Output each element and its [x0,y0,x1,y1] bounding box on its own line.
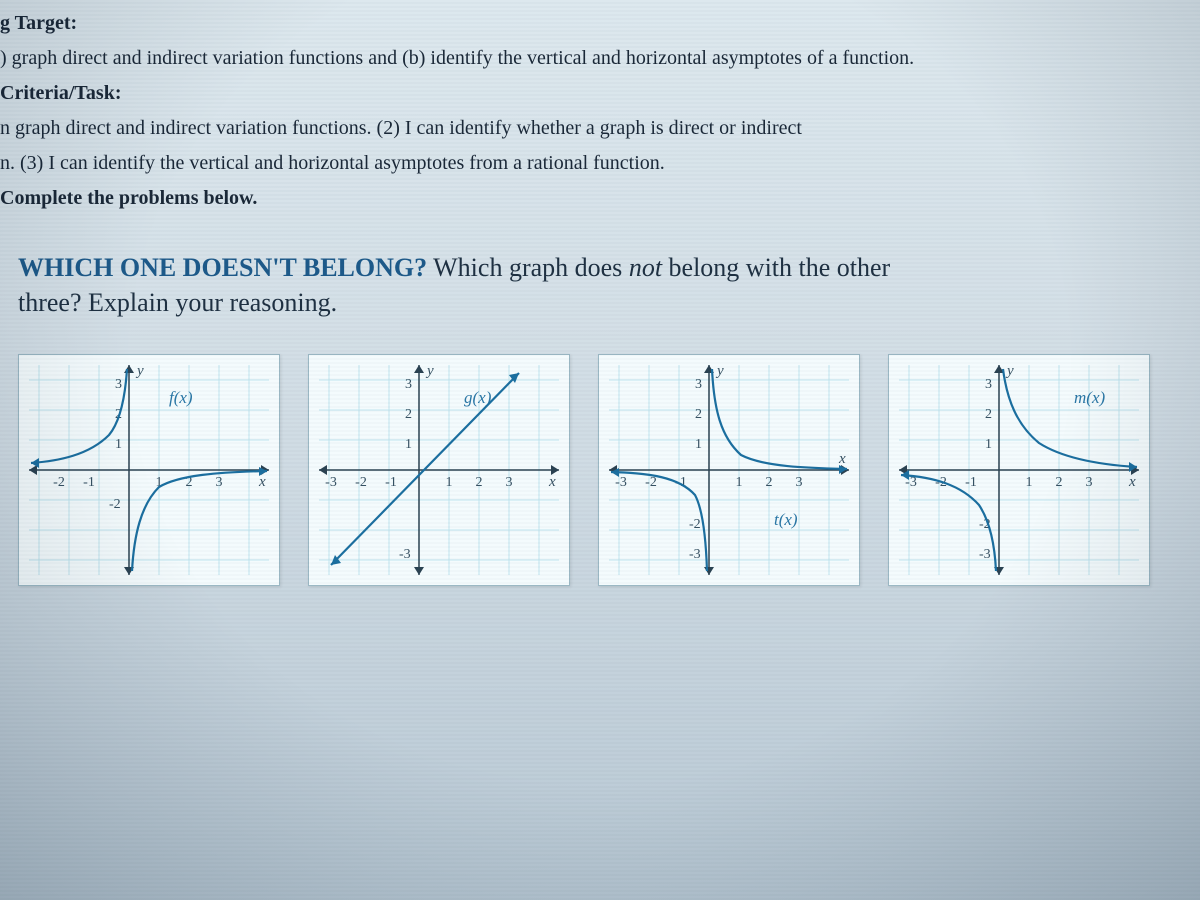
criteria-text-1: n graph direct and indirect variation fu… [0,115,1188,142]
criteria-label: Criteria/Task: [0,80,1188,107]
complete-instruction: Complete the problems below. [0,185,1188,212]
svg-text:1: 1 [405,437,412,452]
svg-text:3: 3 [405,377,412,392]
tick-labels: 3 2 1 -2 -3 -3 -2 -1 1 2 3 y x [615,363,846,562]
svg-text:3: 3 [796,475,803,490]
svg-text:x: x [548,474,556,490]
svg-text:3: 3 [695,377,702,392]
svg-text:-2: -2 [645,475,657,490]
question-not: not [629,253,662,282]
svg-text:1: 1 [115,437,122,452]
svg-text:-2: -2 [355,475,367,490]
svg-text:3: 3 [216,475,223,490]
svg-text:-3: -3 [689,547,701,562]
fn-label-m: m(x) [1074,388,1105,407]
svg-text:-3: -3 [979,547,991,562]
question-line-2: three? Explain your reasoning. [18,285,1178,320]
svg-text:2: 2 [766,475,773,490]
axes [609,365,849,575]
question-rest-a: Which graph does [427,253,629,282]
tick-labels: 3 2 1 -3 -3 -2 -1 1 2 3 y x [325,363,556,562]
graph-m: 3 2 1 -2 -3 -3 -2 -1 1 2 3 y x m(x) [888,354,1150,586]
svg-text:-1: -1 [83,475,95,490]
fn-label-f: f(x) [169,388,193,407]
graph-t: 3 2 1 -2 -3 -3 -2 -1 1 2 3 y x t(x) [598,354,860,586]
svg-text:1: 1 [736,475,743,490]
svg-text:1: 1 [1026,475,1033,490]
svg-text:1: 1 [695,437,702,452]
axes [319,365,559,575]
fn-label-t: t(x) [774,510,798,529]
svg-text:x: x [838,451,846,467]
svg-text:-1: -1 [385,475,397,490]
svg-text:y: y [135,363,144,379]
plot-m: 3 2 1 -2 -3 -3 -2 -1 1 2 3 y x m(x) [889,355,1149,585]
svg-text:-3: -3 [325,475,337,490]
svg-text:-3: -3 [615,475,627,490]
graph-f: 3 2 1 -2 -2 -1 1 2 3 y x f(x) [18,354,280,586]
tick-labels: 3 2 1 -2 -2 -1 1 2 3 y x [53,363,266,512]
svg-text:3: 3 [985,377,992,392]
svg-text:2: 2 [476,475,483,490]
question-line-1: WHICH ONE DOESN'T BELONG? Which graph do… [18,250,1178,285]
criteria-text-2: n. (3) I can identify the vertical and h… [0,150,1188,177]
target-label: g Target: [0,10,1188,37]
svg-text:y: y [715,363,724,379]
svg-text:1: 1 [985,437,992,452]
svg-text:x: x [258,474,266,490]
svg-text:y: y [425,363,434,379]
axes [29,365,269,575]
graph-g: 3 2 1 -3 -3 -2 -1 1 2 3 y x g(x) [308,354,570,586]
plot-g: 3 2 1 -3 -3 -2 -1 1 2 3 y x g(x) [309,355,569,585]
svg-text:-1: -1 [965,475,977,490]
question-block: WHICH ONE DOESN'T BELONG? Which graph do… [0,242,1188,336]
svg-text:1: 1 [446,475,453,490]
plot-t: 3 2 1 -2 -3 -3 -2 -1 1 2 3 y x t(x) [599,355,859,585]
question-prefix: WHICH ONE DOESN'T BELONG? [18,253,427,282]
target-text: ) graph direct and indirect variation fu… [0,45,1188,72]
svg-text:2: 2 [985,407,992,422]
svg-text:-2: -2 [53,475,65,490]
svg-text:-2: -2 [109,497,121,512]
svg-text:x: x [1128,474,1136,490]
graphs-row: 3 2 1 -2 -2 -1 1 2 3 y x f(x) [0,354,1188,586]
svg-text:-2: -2 [689,517,701,532]
svg-text:2: 2 [695,407,702,422]
svg-text:3: 3 [115,377,122,392]
plot-f: 3 2 1 -2 -2 -1 1 2 3 y x f(x) [19,355,279,585]
svg-text:2: 2 [1056,475,1063,490]
worksheet-page: g Target: ) graph direct and indirect va… [0,0,1200,586]
svg-text:3: 3 [1086,475,1093,490]
question-rest-b: belong with the other [662,253,890,282]
svg-text:y: y [1005,363,1014,379]
svg-text:2: 2 [405,407,412,422]
svg-text:-3: -3 [399,547,411,562]
svg-text:3: 3 [506,475,513,490]
